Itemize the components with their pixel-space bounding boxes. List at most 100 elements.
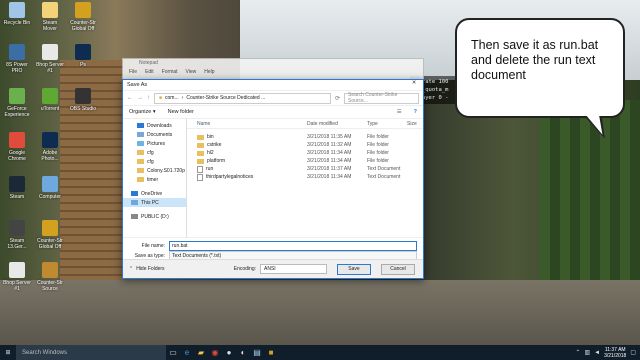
refresh-icon[interactable]: ⟳ — [335, 95, 340, 102]
save-button[interactable]: Save — [337, 263, 371, 275]
file-date: 3/21/2018 11:32 AM — [307, 142, 352, 148]
back-arrow-icon[interactable]: ← — [127, 95, 133, 101]
bubble-text: Then save it as run.bat and delete the r… — [471, 38, 599, 82]
help-icon[interactable]: ? — [414, 109, 417, 115]
table-row[interactable]: hl2 3/21/2018 11:34 AM File folder — [187, 149, 423, 157]
csgo-icon[interactable]: ■ — [264, 345, 278, 360]
search-input[interactable]: Search Counter-Strike Source... — [344, 92, 419, 104]
table-row[interactable]: bin 3/21/2018 11:35 AM File folder — [187, 133, 423, 141]
photoshop-icon — [42, 132, 58, 148]
desktop-icon-label: uTorrent — [40, 106, 60, 112]
desktop-icon[interactable]: Adobe Photo... — [33, 132, 67, 162]
file-name-input[interactable]: run.bat — [169, 241, 417, 251]
breadcrumb-segment[interactable]: com... — [165, 95, 179, 101]
hide-folders-button[interactable]: ⌃ Hide Folders — [123, 266, 165, 272]
folder-icon: ■ — [159, 95, 163, 101]
search-placeholder: Search Counter-Strike Source... — [348, 92, 398, 104]
desktop-icon[interactable]: Steam Mover — [33, 2, 67, 32]
desktop-icon[interactable]: Bhop Server #1 — [0, 262, 34, 292]
column-size[interactable]: Size — [407, 121, 423, 127]
file-date: 3/21/2018 11:34 AM — [307, 158, 352, 164]
pictures-icon — [137, 141, 144, 146]
file-date: 3/21/2018 11:34 AM — [307, 174, 352, 180]
desktop-icon[interactable]: uTorrent — [33, 88, 67, 112]
desktop-icon[interactable]: GeForce Experience — [0, 88, 34, 118]
taskbar-search[interactable]: Search Windows — [16, 345, 166, 360]
column-date[interactable]: Date modified — [307, 121, 367, 127]
folder-icon — [197, 150, 204, 156]
desktop-icon[interactable]: Bhop Server #1 — [33, 44, 67, 74]
desktop-icon[interactable]: Recycle Bin — [0, 2, 34, 26]
desktop-icon-label: Counter-Str Global Off — [37, 238, 63, 250]
nav-item[interactable]: timer — [123, 175, 186, 184]
desktop-icon-label: Steam — [9, 194, 25, 200]
new-folder-button[interactable]: New folder — [168, 109, 194, 115]
up-arrow-icon[interactable]: ↑ — [147, 95, 150, 101]
close-icon[interactable]: ✕ — [405, 80, 423, 90]
chrome-icon[interactable]: ◉ — [208, 345, 222, 360]
desktop-icon[interactable]: Ps — [66, 44, 100, 68]
view-options-icon[interactable]: ☰ — [397, 109, 402, 115]
nav-item-label: Downloads — [147, 122, 172, 129]
nav-item[interactable]: Colony.S01.720p — [123, 166, 186, 175]
notepad-icon[interactable]: ▤ — [250, 345, 264, 360]
column-name[interactable]: Name — [187, 121, 307, 127]
clock[interactable]: 11:37 AM 3/21/2018 — [604, 347, 626, 359]
column-type[interactable]: Type — [367, 121, 407, 127]
table-row[interactable]: run 3/21/2018 11:37 AM Text Document — [187, 165, 423, 173]
nav-item-label: cfg — [147, 149, 154, 156]
forward-arrow-icon[interactable]: → — [137, 95, 143, 101]
desktop-icon-label: Adobe Photo... — [41, 150, 59, 162]
folder-icon — [42, 2, 58, 18]
desktop-icon-label: Recycle Bin — [3, 20, 31, 26]
nav-item[interactable]: PUBLIC (D:) — [123, 212, 186, 221]
geforce-icon — [9, 88, 25, 104]
desktop-icon[interactable]: 8S Power PRO — [0, 44, 34, 74]
nav-item[interactable]: Pictures — [123, 139, 186, 148]
desktop-icon[interactable]: Google Chrome — [0, 132, 34, 162]
desktop-icon[interactable]: Counter-Str Global Off — [33, 220, 67, 250]
notifications-icon[interactable]: ▢ — [630, 349, 636, 356]
file-explorer-icon[interactable]: ▰ — [194, 345, 208, 360]
obs-icon[interactable]: ● — [222, 345, 236, 360]
desktop-icon[interactable]: Computer — [33, 176, 67, 200]
breadcrumb-segment[interactable]: Counter-Strike Source Dedicated ... — [186, 95, 265, 101]
edge-icon[interactable]: e — [180, 345, 194, 360]
file-name-cell: platform — [187, 158, 307, 164]
nav-item[interactable]: Documents — [123, 130, 186, 139]
menu-view[interactable]: View — [186, 69, 197, 75]
up-chevron-icon[interactable]: ⌃ — [575, 349, 580, 356]
desktop-icon[interactable]: Steam — [0, 176, 34, 200]
menu-file[interactable]: File — [129, 69, 137, 75]
drive-icon — [131, 214, 138, 219]
breadcrumb[interactable]: ■ com... › Counter-Strike Source Dedicat… — [154, 92, 331, 104]
nav-item[interactable]: OneDrive — [123, 189, 186, 198]
table-row[interactable]: thirdpartylegalnotices 3/21/2018 11:34 AM… — [187, 173, 423, 181]
desktop-icon[interactable]: Counter-Str Source — [33, 262, 67, 292]
menu-help[interactable]: Help — [204, 69, 214, 75]
pc-icon — [131, 200, 138, 205]
task-view-icon[interactable]: ▭ — [166, 345, 180, 360]
nav-item[interactable]: cfg — [123, 157, 186, 166]
windows-start-icon[interactable]: ⊞ — [0, 345, 16, 360]
encoding-select[interactable]: ANSI — [260, 264, 327, 274]
nav-item-label: Documents — [147, 131, 173, 138]
desktop-icon-label: Bhop Server #1 — [36, 62, 64, 74]
nav-item[interactable]: cfg — [123, 148, 186, 157]
menu-format[interactable]: Format — [162, 69, 178, 75]
organize-button[interactable]: Organize ▾ — [129, 109, 156, 115]
desktop-icon[interactable]: Steam 13.Ger... — [0, 220, 34, 250]
table-row[interactable]: platform 3/21/2018 11:34 AM File folder — [187, 157, 423, 165]
desktop-icon[interactable]: Counter-Str Global Off — [66, 2, 100, 32]
network-icon[interactable]: ▥ — [584, 349, 590, 356]
file-icon — [42, 44, 58, 60]
menu-edit[interactable]: Edit — [145, 69, 154, 75]
volume-icon[interactable]: ◄ — [594, 350, 600, 356]
cancel-button[interactable]: Cancel — [381, 263, 415, 275]
desktop-icon[interactable]: OBS Studio — [66, 88, 100, 112]
nav-item[interactable]: Downloads — [123, 121, 186, 130]
clock-time: 11:37 AM — [604, 346, 626, 353]
table-row[interactable]: cstrike 3/21/2018 11:32 AM File folder — [187, 141, 423, 149]
steam-icon[interactable]: ◐ — [236, 345, 250, 360]
nav-item[interactable]: This PC — [123, 198, 186, 207]
